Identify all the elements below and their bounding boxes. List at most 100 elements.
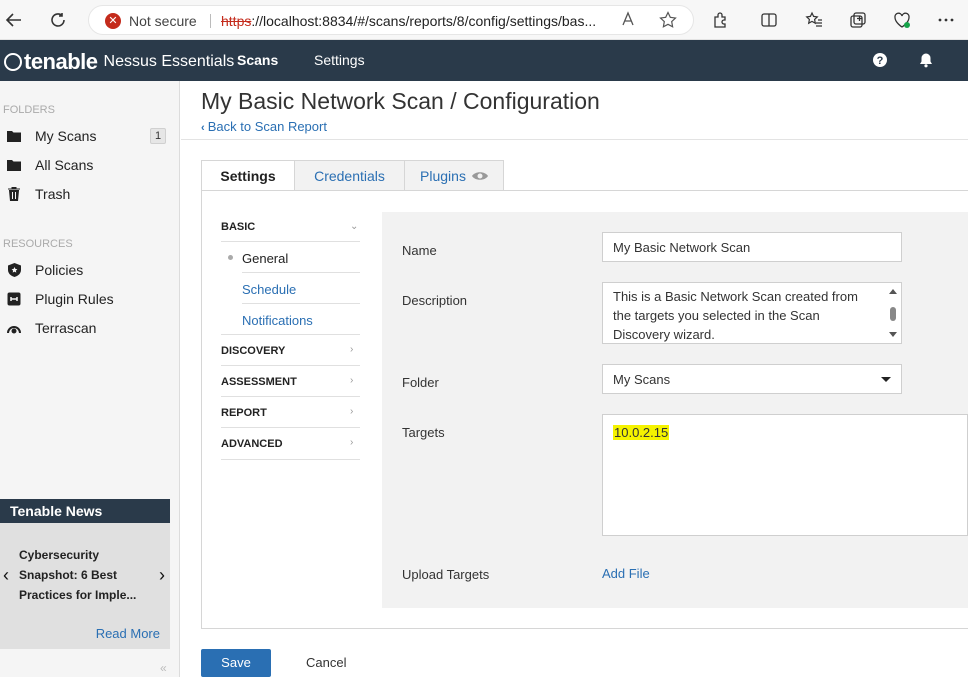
- news-prev-chevron-icon[interactable]: ‹: [3, 565, 9, 586]
- shield-icon: [7, 263, 21, 277]
- news-next-chevron-icon[interactable]: ›: [159, 565, 165, 586]
- nav-divider: [221, 334, 360, 335]
- back-to-report-link[interactable]: ‹ Back to Scan Report: [201, 119, 327, 134]
- url-text[interactable]: https://localhost:8834/#/scans/reports/8…: [221, 13, 611, 29]
- nav-divider: [221, 241, 360, 242]
- sidebar-item-my-scans[interactable]: My Scans 1: [0, 124, 170, 148]
- folder-icon: [7, 129, 21, 143]
- browser-toolbar: ✕ Not secure https://localhost:8834/#/sc…: [0, 0, 968, 40]
- dropdown-caret-icon: [881, 377, 891, 382]
- chevron-right-icon: ›: [350, 437, 354, 448]
- name-label: Name: [402, 243, 437, 258]
- settings-nav-assessment[interactable]: ASSESSMENT: [221, 376, 297, 388]
- app-header: tenable Nessus Essentials Scans Settings…: [0, 40, 968, 81]
- refresh-icon[interactable]: [46, 8, 70, 32]
- settings-nav-basic[interactable]: BASIC: [221, 221, 255, 233]
- terrascan-icon: [7, 321, 21, 335]
- folder-selected-value: My Scans: [613, 372, 671, 387]
- sidebar-item-label: Policies: [35, 262, 84, 278]
- settings-nav-report[interactable]: REPORT: [221, 407, 267, 419]
- tab-settings[interactable]: Settings: [201, 160, 295, 191]
- sidebar-item-terrascan[interactable]: Terrascan: [0, 316, 170, 340]
- svg-text:?: ?: [877, 55, 884, 67]
- description-text: This is a Basic Network Scan created fro…: [613, 289, 858, 342]
- tenable-ring-icon: [4, 53, 22, 71]
- security-label: Not secure: [129, 13, 197, 29]
- extensions-icon[interactable]: [709, 8, 733, 32]
- sidebar-item-label: My Scans: [35, 128, 97, 144]
- settings-nav-schedule[interactable]: Schedule: [242, 282, 296, 297]
- scan-count-badge: 1: [150, 128, 166, 144]
- current-item-dot: [228, 255, 233, 260]
- tenable-news-panel: Tenable News ‹ Cybersecurity Snapshot: 6…: [0, 499, 170, 649]
- upload-targets-label: Upload Targets: [402, 567, 490, 582]
- sidebar: FOLDERS My Scans 1 All Scans Trash RESOU…: [0, 81, 180, 677]
- settings-nav-general[interactable]: General: [242, 251, 288, 266]
- sidebar-item-plugin-rules[interactable]: Plugin Rules: [0, 287, 170, 311]
- nav-divider: [221, 459, 360, 460]
- folder-icon: [7, 158, 21, 172]
- help-icon[interactable]: ?: [872, 52, 888, 68]
- browser-essentials-icon[interactable]: [890, 8, 914, 32]
- plugin-rules-icon: [7, 292, 21, 306]
- folders-heading: FOLDERS: [3, 104, 55, 116]
- sidebar-item-all-scans[interactable]: All Scans: [0, 153, 170, 177]
- back-arrow-icon[interactable]: [2, 8, 26, 32]
- favorites-icon[interactable]: [802, 8, 826, 32]
- header-divider: [181, 139, 968, 140]
- collapse-sidebar-icon[interactable]: «: [160, 661, 167, 675]
- sidebar-item-label: All Scans: [35, 157, 94, 173]
- settings-nav-discovery[interactable]: DISCOVERY: [221, 345, 285, 357]
- back-link-label: Back to Scan Report: [207, 119, 327, 134]
- chevron-right-icon: ›: [350, 406, 354, 417]
- targets-value: 10.0.2.15: [613, 425, 670, 440]
- news-headline[interactable]: Cybersecurity Snapshot: 6 Best Practices…: [19, 545, 149, 605]
- not-secure-icon: ✕: [105, 13, 121, 29]
- save-button[interactable]: Save: [201, 649, 271, 677]
- cancel-button[interactable]: Cancel: [306, 655, 346, 670]
- notifications-bell-icon[interactable]: [918, 52, 934, 68]
- tab-plugins-label: Plugins: [420, 167, 466, 184]
- brand-name: tenable: [24, 49, 98, 74]
- sidebar-item-policies[interactable]: Policies: [0, 258, 170, 282]
- folder-select[interactable]: My Scans: [602, 364, 902, 394]
- settings-nav-advanced[interactable]: ADVANCED: [221, 438, 283, 450]
- url-protocol: https: [221, 13, 252, 29]
- resources-heading: RESOURCES: [3, 238, 73, 250]
- collections-icon[interactable]: [846, 8, 870, 32]
- page-title: My Basic Network Scan / Configuration: [201, 88, 600, 114]
- news-read-more-link[interactable]: Read More: [96, 626, 160, 641]
- nav-divider: [221, 427, 360, 428]
- url-path: ://localhost:8834/#/scans/reports/8/conf…: [251, 13, 597, 29]
- add-file-link[interactable]: Add File: [602, 566, 650, 581]
- description-scrollbar[interactable]: [887, 285, 899, 341]
- description-label: Description: [402, 293, 468, 308]
- settings-nav-notifications[interactable]: Notifications: [242, 313, 313, 328]
- news-title: Tenable News: [0, 499, 170, 523]
- address-separator: [210, 14, 211, 28]
- sidebar-item-label: Plugin Rules: [35, 291, 114, 307]
- tenable-logo[interactable]: tenable Nessus Essentials: [4, 49, 234, 75]
- eye-icon: [471, 171, 488, 181]
- targets-field[interactable]: 10.0.2.15: [602, 414, 968, 536]
- chevron-right-icon: ›: [350, 375, 354, 386]
- nav-divider: [242, 303, 360, 304]
- name-field[interactable]: My Basic Network Scan: [602, 232, 902, 262]
- chevron-right-icon: ›: [350, 344, 354, 355]
- targets-label: Targets: [402, 425, 445, 440]
- read-aloud-icon[interactable]: [621, 11, 637, 32]
- description-field[interactable]: This is a Basic Network Scan created fro…: [602, 282, 902, 344]
- tab-credentials[interactable]: Credentials: [294, 160, 405, 191]
- more-menu-icon[interactable]: [934, 8, 958, 32]
- address-bar[interactable]: ✕ Not secure https://localhost:8834/#/sc…: [88, 5, 694, 35]
- nav-scans[interactable]: Scans: [237, 52, 278, 68]
- nav-divider: [221, 396, 360, 397]
- folder-label: Folder: [402, 375, 439, 390]
- nav-settings[interactable]: Settings: [314, 52, 365, 68]
- general-settings-form: [382, 212, 968, 608]
- favorite-star-icon[interactable]: [659, 11, 677, 34]
- split-screen-icon[interactable]: [757, 8, 781, 32]
- sidebar-item-trash[interactable]: Trash: [0, 182, 170, 206]
- chevron-left-icon: ‹: [201, 122, 208, 134]
- tab-plugins[interactable]: Plugins: [404, 160, 504, 191]
